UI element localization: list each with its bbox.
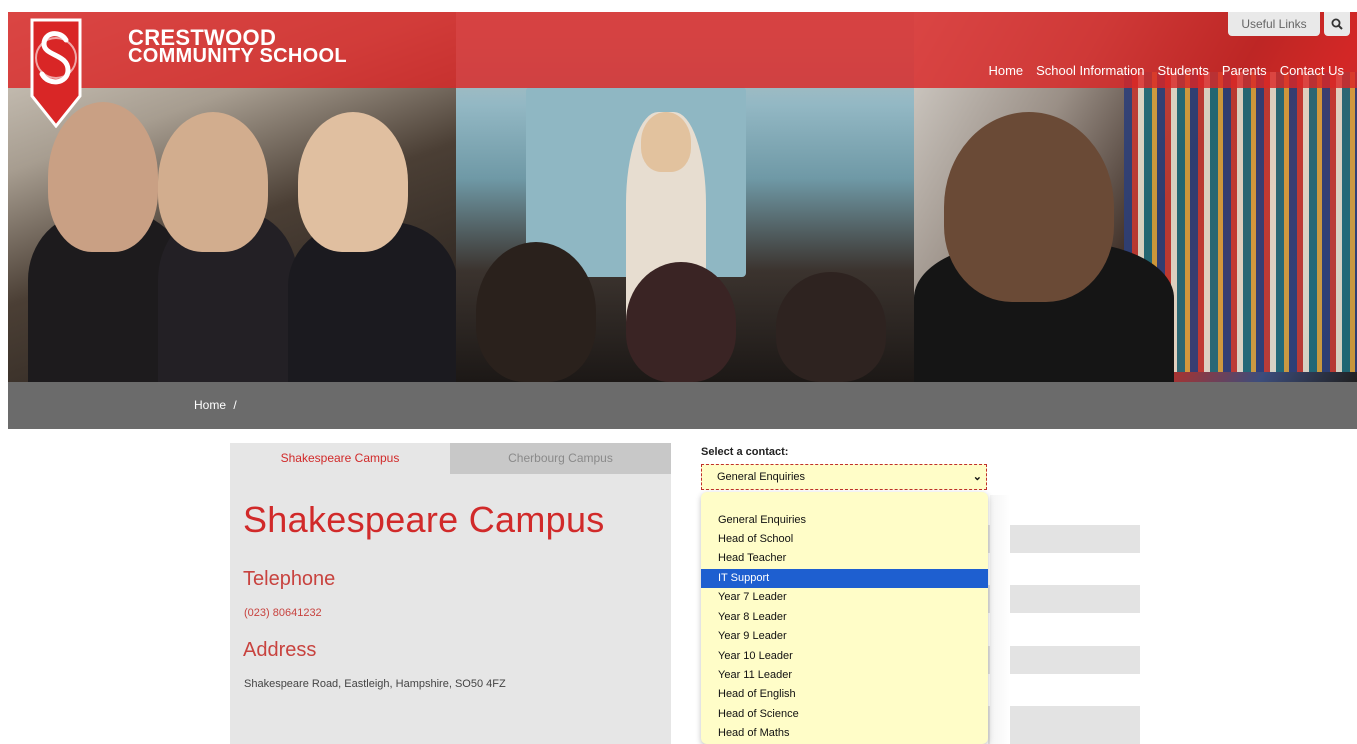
student-figure [626, 262, 736, 382]
nav-school-information[interactable]: School Information [1036, 63, 1144, 78]
dropdown-option[interactable]: Head of Science [701, 705, 988, 724]
contact-select-value: General Enquiries [717, 471, 806, 483]
useful-links-button[interactable]: Useful Links [1228, 12, 1320, 36]
dropdown-option[interactable]: Head of English [701, 685, 988, 704]
form-field[interactable] [988, 585, 1140, 613]
dropdown-option[interactable]: Year 9 Leader [701, 627, 988, 646]
school-name[interactable]: CRESTWOOD COMMUNITY SCHOOL [128, 27, 347, 67]
main-nav: Home School Information Students Parents… [988, 63, 1344, 78]
campus-tabs: Shakespeare Campus Cherbourg Campus [230, 443, 671, 474]
search-button[interactable] [1324, 12, 1350, 36]
breadcrumb-trail: Home / [194, 398, 237, 412]
student-face [158, 112, 268, 252]
contact-dropdown-list: General Enquiries Head of School Head Te… [701, 492, 988, 744]
student-figure [776, 272, 886, 382]
form-field[interactable] [988, 646, 1140, 674]
nav-parents[interactable]: Parents [1222, 63, 1267, 78]
school-logo[interactable] [30, 18, 82, 128]
school-name-line2: COMMUNITY SCHOOL [128, 45, 347, 67]
dropdown-option[interactable]: Head Teacher [701, 549, 988, 568]
teacher-face [641, 112, 691, 172]
tab-shakespeare-campus[interactable]: Shakespeare Campus [230, 443, 450, 474]
student-figure [476, 242, 596, 382]
student-face [298, 112, 408, 252]
chevron-down-icon: ⌄ [972, 471, 982, 483]
dropdown-option[interactable]: Head of Maths [701, 724, 988, 743]
form-field[interactable] [988, 525, 1140, 553]
telephone-heading: Telephone [243, 568, 336, 590]
breadcrumb-home[interactable]: Home [194, 398, 226, 412]
search-icon [1331, 18, 1343, 30]
breadcrumb-separator: / [233, 398, 237, 412]
campus-panel: Shakespeare Campus Cherbourg Campus Shak… [230, 443, 671, 744]
dropdown-option[interactable]: Year 11 Leader [701, 666, 988, 685]
dropdown-option-highlighted[interactable]: IT Support [701, 569, 988, 588]
dropdown-option[interactable]: Year 8 Leader [701, 608, 988, 627]
nav-home[interactable]: Home [988, 63, 1023, 78]
telephone-link[interactable]: (023) 80641232 [244, 607, 322, 619]
student-face [944, 112, 1114, 302]
address-heading: Address [243, 639, 317, 661]
nav-contact-us[interactable]: Contact Us [1280, 63, 1344, 78]
form-field[interactable] [988, 706, 1140, 744]
dropdown-option[interactable]: General Enquiries [701, 511, 988, 530]
contact-select[interactable]: General Enquiries ⌄ [701, 464, 987, 490]
dropdown-option[interactable]: Head of School [701, 530, 988, 549]
address-text: Shakespeare Road, Eastleigh, Hampshire, … [244, 678, 506, 690]
campus-title: Shakespeare Campus [243, 499, 605, 540]
select-contact-label: Select a contact: [701, 446, 789, 458]
form-shadow [990, 495, 1010, 744]
dropdown-option[interactable]: Year 7 Leader [701, 588, 988, 607]
tab-cherbourg-campus[interactable]: Cherbourg Campus [450, 443, 671, 474]
breadcrumb: Home / [8, 382, 1357, 429]
dropdown-option[interactable]: Year 10 Leader [701, 647, 988, 666]
nav-students[interactable]: Students [1158, 63, 1209, 78]
